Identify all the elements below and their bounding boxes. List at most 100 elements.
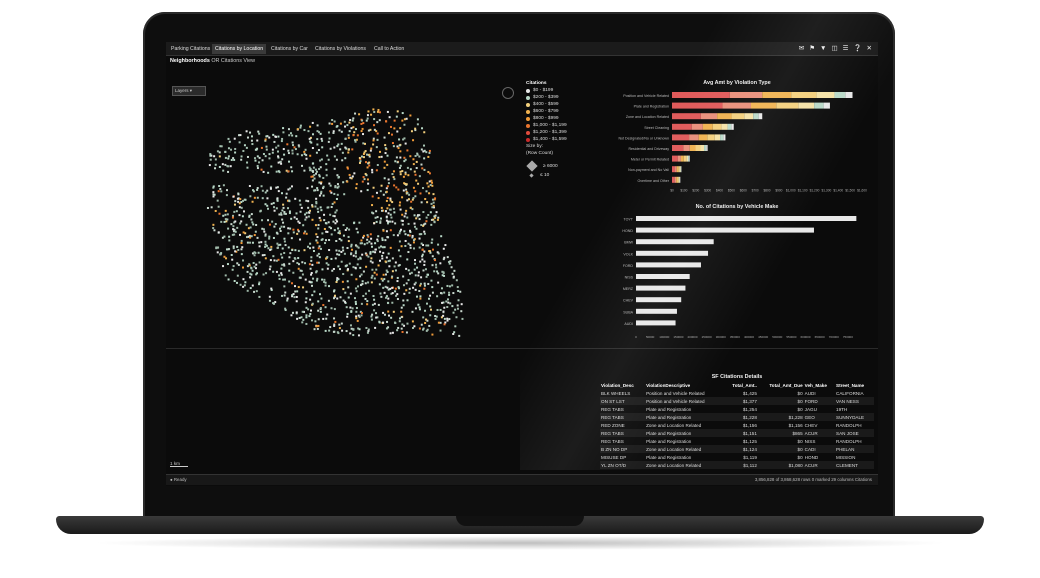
citations-table[interactable]: SF Citations Details Violation_Desc Viola… (600, 374, 874, 469)
bar-segment[interactable] (678, 176, 680, 183)
bar-segment[interactable] (672, 166, 676, 173)
bar-segment[interactable] (672, 113, 701, 120)
column-header[interactable]: Violation_Desc (600, 382, 645, 389)
bar-segment[interactable] (717, 113, 732, 120)
bar[interactable] (636, 274, 690, 279)
tab-citations-by-car[interactable]: Citations by Car (268, 44, 311, 54)
table-row[interactable]: BLK WHEELS Position and Vehicle Related $1… (600, 389, 874, 397)
bar-segment[interactable] (776, 102, 799, 109)
bar-segment[interactable] (729, 92, 763, 98)
tab-parking-citations[interactable]: Parking Citations (168, 44, 213, 54)
bar-segment[interactable] (721, 123, 728, 130)
table-row[interactable]: ON ST LST Position and Vehicle Related $1,… (600, 397, 874, 405)
bar[interactable] (636, 250, 709, 256)
bar-segment[interactable] (834, 92, 846, 98)
table-row[interactable]: REG TABS Plate and Registration $1,151 $865… (600, 429, 874, 437)
bar-segment[interactable] (676, 166, 679, 173)
bar-segment[interactable] (791, 92, 817, 98)
bar-segment[interactable] (750, 102, 777, 109)
bar-segment[interactable] (689, 155, 690, 162)
bar-segment[interactable] (672, 123, 692, 130)
export-icon[interactable]: ◫ (831, 44, 837, 54)
bar-segment[interactable] (762, 92, 792, 98)
column-header[interactable]: Total_Amt.. (723, 382, 758, 389)
bar-segment[interactable] (695, 145, 701, 151)
bar-segment[interactable] (731, 123, 734, 130)
filter-icon[interactable]: ▼ (820, 44, 826, 54)
bar-segment[interactable] (689, 145, 696, 151)
tab-citations-by-violations[interactable]: Citations by Violations (312, 44, 369, 54)
tab-call-to-action[interactable]: Call to Action (371, 44, 407, 54)
bar-segment[interactable] (680, 166, 682, 173)
bar-segment[interactable] (731, 113, 745, 120)
bar-segment[interactable] (744, 113, 754, 120)
bar[interactable] (636, 320, 676, 326)
bar-segment[interactable] (727, 123, 732, 130)
bar-segment[interactable] (679, 166, 681, 173)
avg-amt-chart[interactable]: Position and Vehicle Related Plate and Re… (600, 88, 874, 204)
help-icon[interactable]: ❔ (853, 44, 861, 54)
tab-citations-by-location[interactable]: Citations by Location (212, 44, 267, 54)
bar-segment[interactable] (689, 134, 699, 141)
menu-icon[interactable]: ☰ (843, 44, 849, 54)
bar-segment[interactable] (691, 123, 703, 130)
bar[interactable] (636, 262, 701, 268)
bar-segment[interactable] (672, 176, 675, 183)
bar-segment[interactable] (753, 113, 759, 120)
bar-segment[interactable] (698, 134, 708, 141)
column-header[interactable]: Total_Amt_Due (758, 382, 804, 389)
map-pan-control[interactable] (502, 87, 514, 99)
bar-segment[interactable] (688, 155, 690, 162)
bar-segment[interactable] (702, 123, 713, 130)
column-header[interactable]: Street_Name (835, 382, 874, 389)
bar-segment[interactable] (707, 134, 715, 141)
column-header[interactable]: ViolationDescriptive (645, 382, 723, 389)
bar-segment[interactable] (683, 155, 687, 162)
bar-segment[interactable] (672, 102, 723, 109)
bar-segment[interactable] (816, 92, 835, 98)
bar-segment[interactable] (680, 155, 684, 162)
bar-segment[interactable] (823, 102, 830, 109)
table-row[interactable]: MISUSE DP Plate and Registration $1,119 $0 H… (600, 453, 874, 461)
bar-segment[interactable] (798, 102, 815, 109)
bar-segment[interactable] (672, 92, 730, 98)
citation-map[interactable] (196, 100, 486, 340)
bar[interactable] (636, 285, 686, 291)
bar-segment[interactable] (720, 134, 724, 141)
bar-segment[interactable] (672, 134, 690, 141)
bar-segment[interactable] (814, 102, 824, 109)
bar-segment[interactable] (672, 145, 684, 151)
bar-segment[interactable] (845, 92, 853, 98)
bar-segment[interactable] (714, 134, 721, 141)
table-row[interactable]: RED ZONE Zone and Location Related $1,156 $… (600, 421, 874, 429)
close-icon[interactable]: ✕ (867, 44, 872, 54)
bookmark-icon[interactable]: ⚑ (809, 44, 815, 54)
table-row[interactable]: REG TABS Plate and Registration $1,228 $1,2… (600, 413, 874, 421)
bar-segment[interactable] (677, 176, 679, 183)
bar-segment[interactable] (723, 134, 726, 141)
table-row[interactable]: YL ZN OT/D Zone and Location Related $1,11… (600, 461, 874, 469)
bar-segment[interactable] (700, 113, 718, 120)
bar[interactable] (636, 297, 682, 303)
bar[interactable] (636, 239, 714, 245)
table-row[interactable]: REG TABS Plate and Registration $1,125 $0 NI… (600, 437, 874, 445)
bar[interactable] (636, 308, 677, 314)
comment-icon[interactable]: ✉ (799, 44, 804, 54)
bar-segment[interactable] (676, 176, 678, 183)
bar[interactable] (636, 227, 814, 233)
bar-segment[interactable] (712, 123, 722, 130)
table-row[interactable]: REG TABS Plate and Registration $1,254 $0 JA… (600, 405, 874, 413)
bar-segment[interactable] (677, 155, 681, 162)
bar-segment[interactable] (672, 155, 678, 162)
column-header[interactable]: Veh_Make (804, 382, 835, 389)
bar-segment[interactable] (675, 166, 677, 173)
table-row[interactable]: B ZN NO DP Zone and Location Related $1,12… (600, 445, 874, 453)
bar-segment[interactable] (683, 145, 690, 151)
vehicle-make-chart[interactable]: TOYT HOND BMW VOLK FORD NISS MERZ CHEV SUBA AUDI 0… (600, 212, 874, 342)
bar-segment[interactable] (678, 166, 680, 173)
bar-segment[interactable] (700, 145, 705, 151)
bar-segment[interactable] (704, 145, 707, 151)
layers-dropdown[interactable]: Layers ▾ (172, 86, 206, 96)
bar-segment[interactable] (722, 102, 751, 109)
bar-segment[interactable] (758, 113, 763, 120)
